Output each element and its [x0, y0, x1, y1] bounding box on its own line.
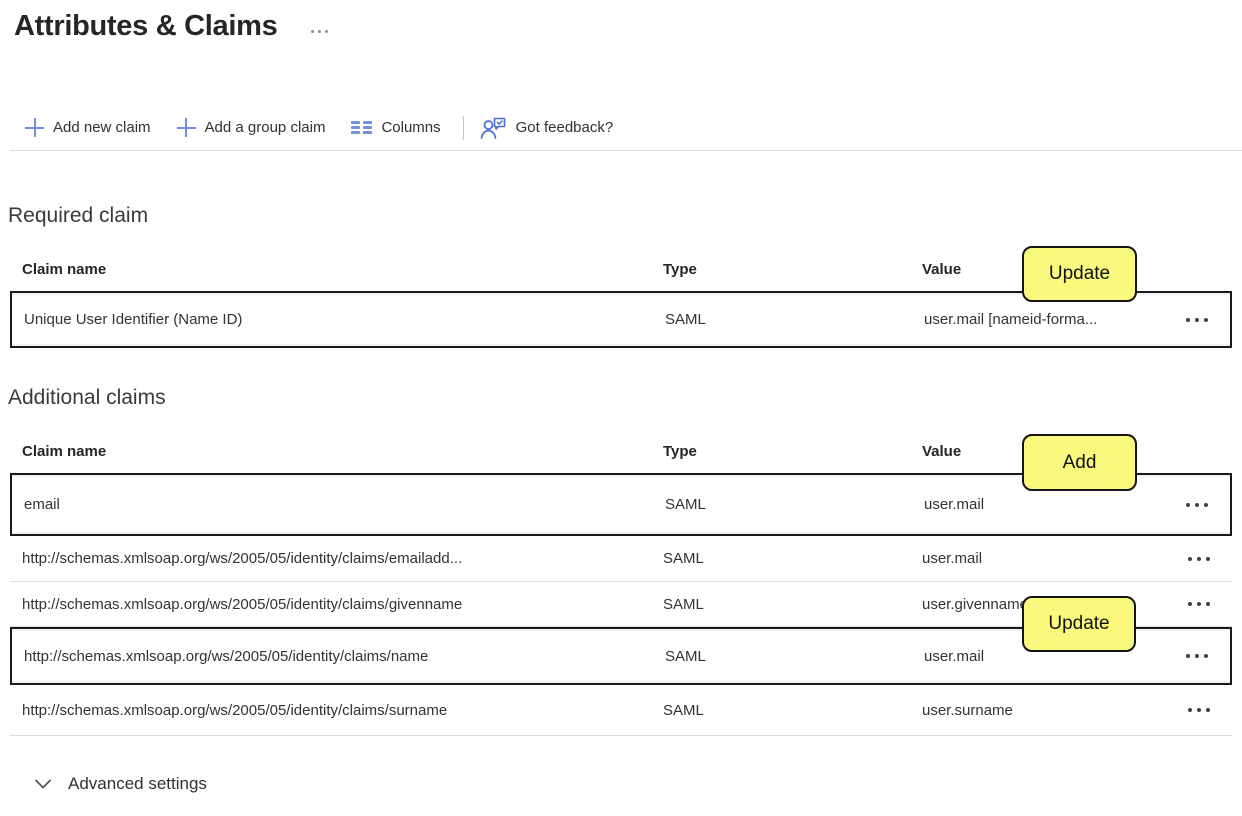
columns-icon: [351, 121, 373, 134]
column-header-type[interactable]: Type: [663, 261, 922, 291]
plus-icon: [25, 118, 44, 137]
claim-type-cell: SAML: [665, 311, 706, 328]
column-header-claim-name[interactable]: Claim name: [22, 261, 663, 291]
advanced-settings-toggle[interactable]: Advanced settings: [35, 774, 207, 794]
claim-name-cell: Unique User Identifier (Name ID): [24, 311, 243, 328]
chevron-down-icon: [35, 779, 51, 789]
columns-label: Columns: [381, 119, 441, 136]
claim-type-cell: SAML: [665, 496, 706, 513]
advanced-settings-label: Advanced settings: [68, 774, 207, 793]
add-group-claim-button[interactable]: Add a group claim: [177, 118, 326, 137]
claim-value-cell: user.mail: [924, 496, 985, 513]
table-row[interactable]: http://schemas.xmlsoap.org/ws/2005/05/id…: [10, 536, 1232, 582]
annotation-update-additional-claim: Update: [1022, 596, 1136, 652]
got-feedback-button[interactable]: Got feedback?: [480, 116, 614, 140]
claim-name-cell: http://schemas.xmlsoap.org/ws/2005/05/id…: [22, 550, 463, 567]
row-context-menu-icon[interactable]: [1174, 654, 1218, 658]
row-context-menu-icon[interactable]: [1172, 602, 1220, 606]
claim-value-cell: user.mail: [922, 550, 983, 567]
required-claim-heading: Required claim: [8, 204, 149, 227]
toolbar-divider: [462, 115, 464, 140]
row-context-menu-icon[interactable]: [1172, 708, 1220, 712]
claim-type-cell: SAML: [663, 701, 704, 719]
columns-button[interactable]: Columns: [351, 119, 441, 136]
claim-type-cell: SAML: [663, 595, 704, 613]
additional-claims-heading: Additional claims: [8, 386, 166, 409]
column-header-type[interactable]: Type: [663, 443, 922, 473]
got-feedback-label: Got feedback?: [515, 119, 614, 136]
attributes-claims-page: Attributes & Claims Add new claim Add a …: [0, 0, 1242, 816]
row-context-menu-icon[interactable]: [1174, 502, 1218, 507]
annotation-add-additional-claim: Add: [1022, 434, 1137, 491]
add-new-claim-label: Add new claim: [53, 119, 151, 136]
add-new-claim-button[interactable]: Add new claim: [25, 118, 151, 137]
more-options-icon[interactable]: [311, 20, 329, 33]
add-group-claim-label: Add a group claim: [204, 119, 326, 136]
feedback-icon: [480, 117, 505, 139]
claim-name-cell: http://schemas.xmlsoap.org/ws/2005/05/id…: [24, 647, 429, 665]
page-title: Attributes & Claims: [14, 10, 278, 42]
column-header-claim-name[interactable]: Claim name: [22, 443, 663, 473]
claim-name-cell: http://schemas.xmlsoap.org/ws/2005/05/id…: [22, 701, 448, 719]
row-context-menu-icon[interactable]: [1174, 317, 1218, 322]
page-header: Attributes & Claims: [14, 10, 329, 43]
claim-name-cell: email: [24, 496, 60, 513]
plus-icon: [177, 118, 196, 137]
claim-type-cell: SAML: [663, 550, 704, 567]
claim-name-cell: http://schemas.xmlsoap.org/ws/2005/05/id…: [22, 595, 463, 613]
claim-value-cell: user.mail [nameid-forma...: [924, 311, 1098, 328]
annotation-update-required-claim: Update: [1022, 246, 1137, 302]
claim-type-cell: SAML: [665, 647, 706, 665]
claim-value-cell: user.surname: [922, 701, 1013, 719]
row-context-menu-icon[interactable]: [1172, 556, 1220, 561]
command-bar: Add new claim Add a group claim Columns …: [0, 104, 1242, 151]
table-row[interactable]: http://schemas.xmlsoap.org/ws/2005/05/id…: [10, 685, 1232, 736]
